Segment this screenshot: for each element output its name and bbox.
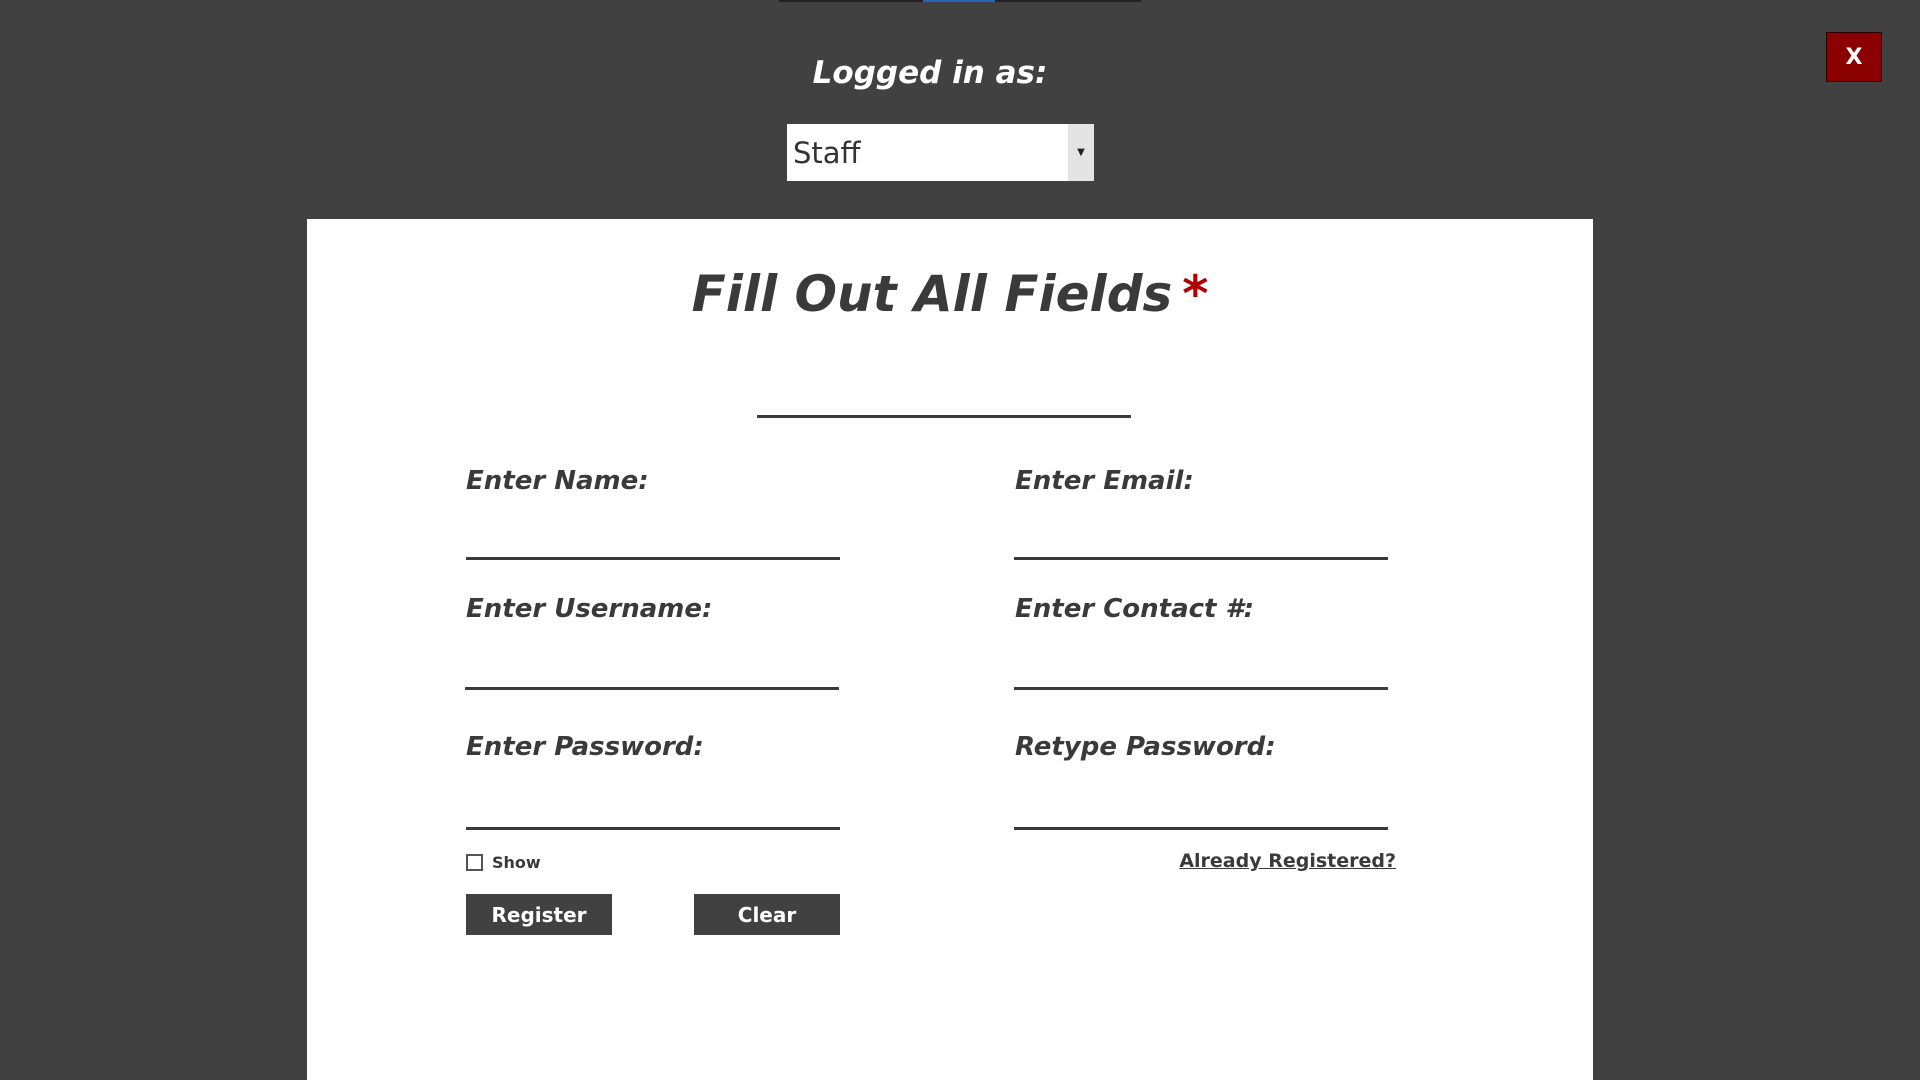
already-registered-link[interactable]: Already Registered? bbox=[1179, 850, 1396, 872]
close-button[interactable]: X bbox=[1826, 32, 1882, 82]
top-divider bbox=[779, 0, 1141, 2]
show-password-toggle[interactable]: Show bbox=[466, 853, 541, 872]
clear-button[interactable]: Clear bbox=[694, 894, 840, 935]
password-field[interactable] bbox=[466, 787, 840, 830]
chevron-down-icon[interactable]: ▼ bbox=[1068, 124, 1094, 181]
show-password-label: Show bbox=[492, 853, 541, 872]
form-title-row: Fill Out All Fields * bbox=[307, 265, 1593, 323]
contact-field[interactable] bbox=[1014, 647, 1388, 690]
contact-label: Enter Contact #: bbox=[1015, 594, 1255, 624]
title-underline bbox=[757, 415, 1131, 418]
username-label: Enter Username: bbox=[466, 594, 713, 624]
password-label: Enter Password: bbox=[466, 732, 704, 762]
top-divider-accent bbox=[923, 0, 995, 2]
show-password-checkbox[interactable] bbox=[466, 854, 483, 871]
form-title: Fill Out All Fields bbox=[691, 265, 1173, 323]
name-field[interactable] bbox=[466, 517, 840, 560]
retype-password-field[interactable] bbox=[1014, 787, 1388, 830]
required-star: * bbox=[1182, 265, 1209, 323]
close-icon: X bbox=[1845, 44, 1863, 70]
role-select-value: Staff bbox=[793, 135, 861, 170]
logged-in-label: Logged in as: bbox=[812, 55, 1048, 91]
name-label: Enter Name: bbox=[466, 466, 649, 496]
role-select[interactable]: Staff ▼ bbox=[787, 124, 1094, 181]
retype-password-label: Retype Password: bbox=[1015, 732, 1276, 762]
username-field[interactable] bbox=[465, 647, 839, 690]
email-label: Enter Email: bbox=[1015, 466, 1194, 496]
email-field[interactable] bbox=[1014, 517, 1388, 560]
register-button[interactable]: Register bbox=[466, 894, 612, 935]
registration-panel: Fill Out All Fields * Enter Name: Enter E… bbox=[307, 219, 1593, 1080]
